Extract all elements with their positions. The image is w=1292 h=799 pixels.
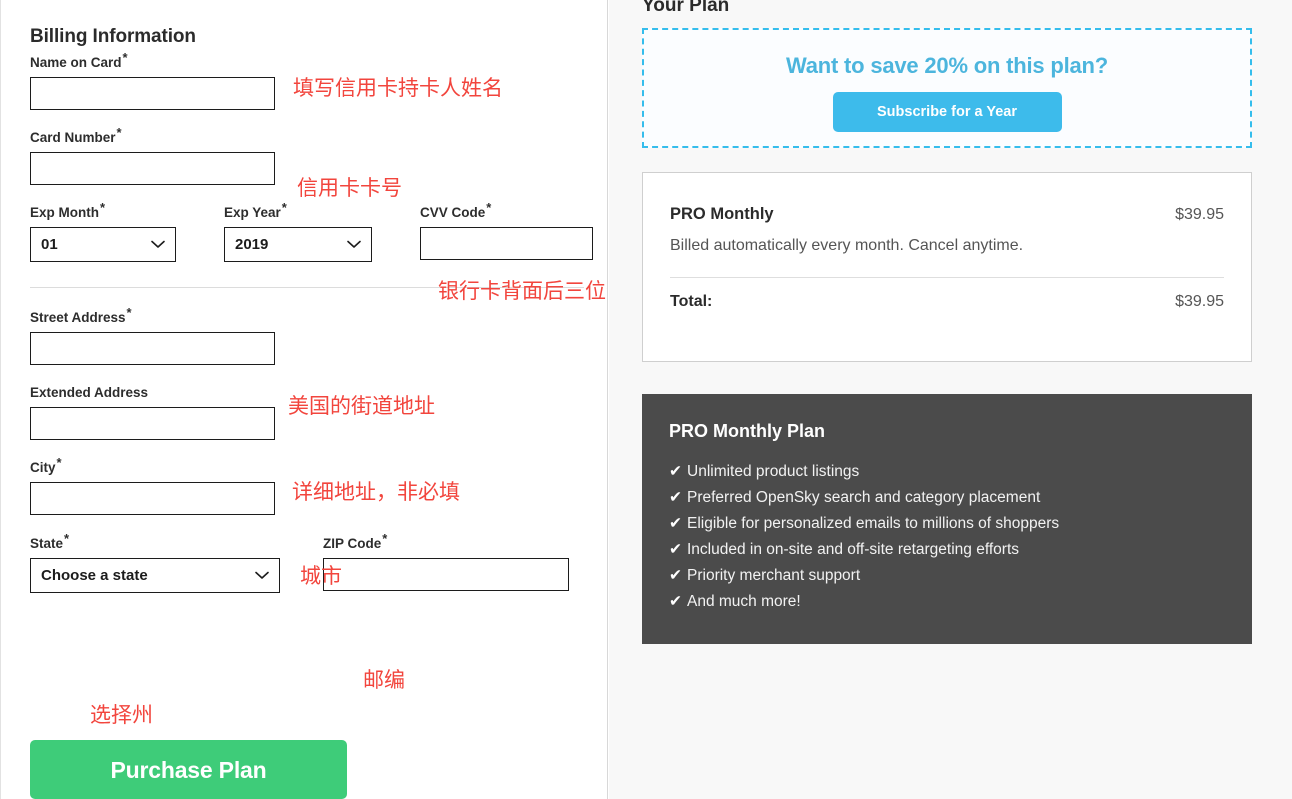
required-asterisk: * (100, 200, 105, 215)
feature-text: Unlimited product listings (687, 463, 859, 480)
field-name-on-card: Name on Card* (30, 55, 590, 110)
exp-year-select[interactable]: 2019 (224, 227, 372, 262)
billing-section-title: Billing Information (30, 0, 590, 48)
field-city: City* (30, 460, 590, 515)
form-divider (30, 287, 584, 288)
required-asterisk: * (486, 200, 491, 215)
plan-name-price-row: PRO Monthly $39.95 (643, 173, 1251, 224)
purchase-plan-button[interactable]: Purchase Plan (30, 740, 347, 799)
field-street-address: Street Address* (30, 310, 590, 365)
state-select[interactable]: Choose a state (30, 558, 280, 593)
city-input[interactable] (30, 482, 275, 515)
list-item: ✔Eligible for personalized emails to mil… (669, 511, 1252, 537)
check-icon: ✔ (669, 459, 687, 485)
required-asterisk: * (123, 50, 128, 65)
field-exp-month: Exp Month* 01 (30, 205, 176, 262)
field-extended-address: Extended Address (30, 385, 590, 440)
state-zip-row: State* Choose a state ZIP Code* (30, 536, 590, 598)
total-label: Total: (670, 293, 712, 311)
list-item: ✔And much more! (669, 589, 1252, 615)
required-asterisk: * (382, 531, 387, 546)
required-asterisk: * (117, 125, 122, 140)
cvv-code-input[interactable] (420, 227, 593, 260)
required-asterisk: * (282, 200, 287, 215)
chevron-down-icon (347, 240, 361, 249)
street-address-label: Street Address* (30, 310, 590, 326)
state-value: Choose a state (41, 567, 148, 584)
exp-year-value: 2019 (235, 236, 268, 253)
subscribe-for-a-year-button[interactable]: Subscribe for a Year (833, 92, 1062, 132)
annotation-state: 选择州 (90, 703, 153, 727)
check-icon: ✔ (669, 537, 687, 563)
card-number-input[interactable] (30, 152, 275, 185)
name-on-card-label: Name on Card* (30, 55, 590, 71)
state-label: State* (30, 536, 280, 552)
zip-code-label: ZIP Code* (323, 536, 569, 552)
promo-heading: Want to save 20% on this plan? (644, 30, 1250, 79)
field-cvv-code: CVV Code* (420, 205, 593, 260)
street-address-input[interactable] (30, 332, 275, 365)
check-icon: ✔ (669, 589, 687, 615)
feature-text: Eligible for personalized emails to mill… (687, 515, 1059, 532)
your-plan-title: Your Plan (642, 0, 729, 17)
feature-text: Priority merchant support (687, 567, 860, 584)
extended-address-input[interactable] (30, 407, 275, 440)
expiry-cvv-row: Exp Month* 01 Exp Year* (30, 205, 590, 265)
feature-text: Included in on-site and off-site retarge… (687, 541, 1019, 558)
promo-banner: Want to save 20% on this plan? Subscribe… (642, 28, 1252, 148)
plan-name: PRO Monthly (670, 205, 774, 224)
list-item: ✔Priority merchant support (669, 563, 1252, 589)
field-state: State* Choose a state (30, 536, 280, 593)
field-card-number: Card Number* (30, 130, 590, 185)
exp-month-label: Exp Month* (30, 205, 176, 221)
required-asterisk: * (64, 531, 69, 546)
list-item: ✔Unlimited product listings (669, 459, 1252, 485)
check-icon: ✔ (669, 511, 687, 537)
plan-summary-card: PRO Monthly $39.95 Billed automatically … (642, 172, 1252, 362)
chevron-down-icon (255, 571, 269, 580)
annotation-zip-code: 邮编 (363, 668, 405, 692)
extended-address-label: Extended Address (30, 385, 590, 401)
exp-month-select[interactable]: 01 (30, 227, 176, 262)
plan-features-card: PRO Monthly Plan ✔Unlimited product list… (642, 394, 1252, 644)
required-asterisk: * (127, 305, 132, 320)
plan-total-row: Total: $39.95 (643, 278, 1251, 311)
field-exp-year: Exp Year* 2019 (224, 205, 372, 262)
total-price: $39.95 (1175, 293, 1224, 311)
feature-text: Preferred OpenSky search and category pl… (687, 489, 1040, 506)
billing-form-column: Billing Information Name on Card* Card N… (0, 0, 608, 799)
check-icon: ✔ (669, 485, 687, 511)
name-on-card-input[interactable] (30, 77, 275, 110)
chevron-down-icon (151, 240, 165, 249)
plan-price: $39.95 (1175, 206, 1224, 224)
zip-code-input[interactable] (323, 558, 569, 591)
plan-features-title: PRO Monthly Plan (642, 394, 1252, 442)
checkout-page: Billing Information Name on Card* Card N… (0, 0, 1292, 799)
list-item: ✔Preferred OpenSky search and category p… (669, 485, 1252, 511)
feature-text: And much more! (687, 593, 801, 610)
field-zip-code: ZIP Code* (323, 536, 569, 591)
plan-features-list: ✔Unlimited product listings ✔Preferred O… (642, 442, 1252, 615)
plan-description: Billed automatically every month. Cancel… (643, 224, 1251, 256)
cvv-code-label: CVV Code* (420, 205, 593, 221)
exp-month-value: 01 (41, 236, 58, 253)
required-asterisk: * (57, 455, 62, 470)
city-label: City* (30, 460, 590, 476)
billing-form: Billing Information Name on Card* Card N… (30, 0, 590, 598)
check-icon: ✔ (669, 563, 687, 589)
exp-year-label: Exp Year* (224, 205, 372, 221)
list-item: ✔Included in on-site and off-site retarg… (669, 537, 1252, 563)
card-number-label: Card Number* (30, 130, 590, 146)
